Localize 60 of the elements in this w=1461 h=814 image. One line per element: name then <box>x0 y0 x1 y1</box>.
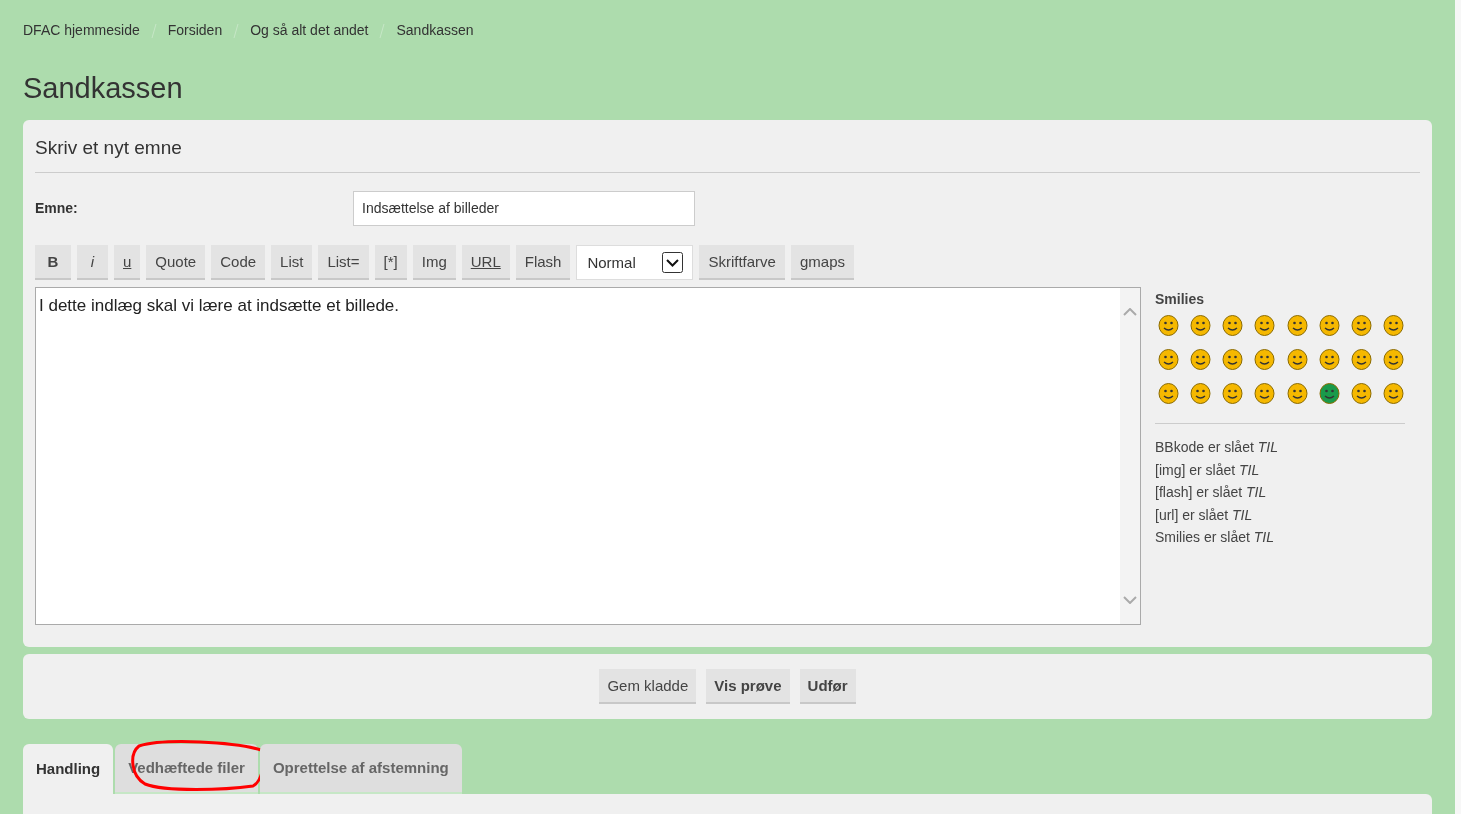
smiley-icon[interactable] <box>1254 315 1276 337</box>
smilies-heading: Smilies <box>1155 290 1206 310</box>
smiley-icon[interactable] <box>1254 383 1276 405</box>
page-title: Sandkassen <box>23 70 184 106</box>
toolbar-button[interactable]: Skriftfarve <box>699 245 785 281</box>
toolbar-button[interactable]: gmaps <box>790 245 854 281</box>
smiley-icon[interactable] <box>1222 383 1244 405</box>
status-line: BBkode er slået TIL <box>1155 438 1279 458</box>
smiley-icon[interactable] <box>1222 315 1244 337</box>
font-size-select[interactable]: Normal <box>576 245 694 281</box>
smiley-icon[interactable] <box>1350 349 1372 371</box>
breadcrumb-link[interactable]: Og så alt det andet <box>250 20 369 42</box>
smiley-icon[interactable] <box>1158 349 1179 371</box>
smiley-icon[interactable] <box>1318 349 1340 371</box>
toolbar-button[interactable]: List= <box>318 245 369 281</box>
toolbar-button[interactable]: List <box>271 245 313 281</box>
action-button[interactable]: Udfør <box>799 669 856 705</box>
smiley-icon[interactable] <box>1286 383 1308 405</box>
smiley-icon[interactable] <box>1286 315 1308 337</box>
message-textarea[interactable]: I dette indlæg skal vi lære at indsætte et billede. <box>35 287 1141 626</box>
subject-label: Emne: <box>35 198 79 218</box>
smiley-icon[interactable] <box>1286 349 1308 371</box>
tab[interactable]: Oprettelse af afstemning <box>259 744 462 795</box>
toolbar-button[interactable]: Img <box>412 245 456 281</box>
status-line: [url] er slået TIL <box>1155 505 1254 525</box>
action-button[interactable]: Vis prøve <box>706 669 790 705</box>
tab[interactable]: Handling <box>23 744 114 795</box>
smiley-icon[interactable] <box>1254 349 1276 371</box>
bold-button[interactable]: B <box>35 245 71 281</box>
smiley-icon[interactable] <box>1350 315 1372 337</box>
smiley-icon[interactable] <box>1158 315 1179 337</box>
smiley-icon[interactable] <box>1350 383 1372 405</box>
underline-button[interactable]: u <box>114 245 141 281</box>
smiley-icon[interactable] <box>1158 383 1179 405</box>
status-line: Smilies er slået TIL <box>1155 528 1276 548</box>
form-heading: Skriv et nyt emne <box>35 119 1420 174</box>
breadcrumb-link[interactable]: Sandkassen <box>396 20 474 42</box>
status-line: [img] er slået TIL <box>1155 460 1261 480</box>
smiley-icon[interactable] <box>1318 315 1340 337</box>
underline-button[interactable]: URL <box>461 245 510 281</box>
status-line: [flash] er slået TIL <box>1155 483 1268 503</box>
smiley-icon[interactable] <box>1382 349 1404 371</box>
breadcrumb-link[interactable]: DFAC hjemmeside <box>23 20 140 42</box>
toolbar-button[interactable]: [*] <box>374 245 407 281</box>
breadcrumb-link[interactable]: Forsiden <box>167 20 223 42</box>
subject-field[interactable]: Indsættelse af billeder <box>353 190 695 226</box>
smiley-icon[interactable] <box>1382 315 1404 337</box>
toolbar-button[interactable]: Flash <box>515 245 571 281</box>
smiley-icon[interactable] <box>1190 349 1212 371</box>
smiley-icon[interactable] <box>1222 349 1244 371</box>
dropdown-caret-icon <box>662 252 684 274</box>
smiley-icon[interactable] <box>1318 383 1340 405</box>
toolbar-button[interactable]: Quote <box>146 245 206 281</box>
toolbar-button[interactable]: Code <box>211 245 266 281</box>
smiley-icon[interactable] <box>1382 383 1404 405</box>
message-text: I dette indlæg skal vi lære at indsætte et billede. <box>38 295 401 318</box>
italic-button[interactable]: i <box>77 245 108 281</box>
action-button[interactable]: Gem kladde <box>599 669 697 705</box>
smiley-icon[interactable] <box>1190 383 1212 405</box>
smiley-icon[interactable] <box>1190 315 1212 337</box>
